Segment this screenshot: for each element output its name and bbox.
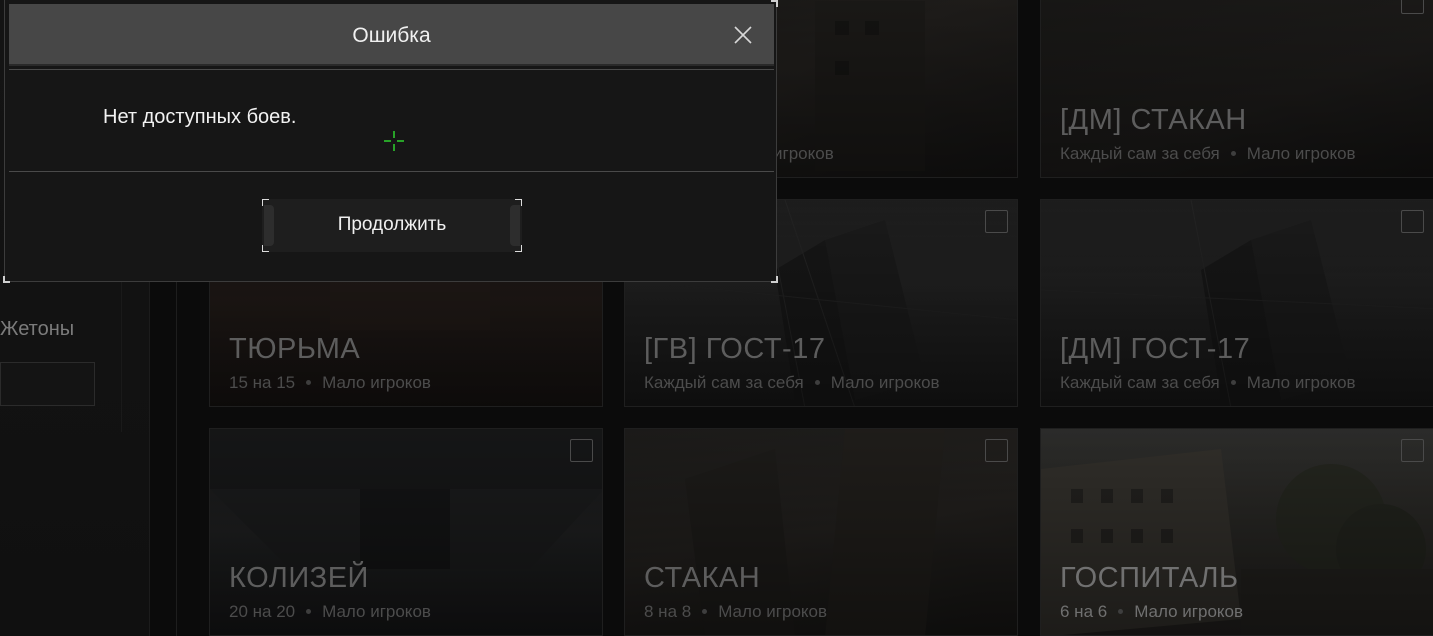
error-dialog: Ошибка Нет доступных боев. Продолжить [3,0,778,283]
map-mode: Каждый сам за себя [644,373,804,392]
favorite-checkbox[interactable] [570,439,593,462]
map-meta: Каждый сам за себя Мало игроков [1060,144,1356,164]
map-title: СТАКАН [644,562,761,594]
continue-button-label: Продолжить [337,214,447,235]
map-players: Мало игроков [322,602,431,621]
map-mode: 6 на 6 [1060,602,1108,621]
map-players: Мало игроков [322,373,431,392]
map-players: Мало игроков [718,602,828,621]
dialog-title: Ошибка [352,24,431,47]
continue-button[interactable]: Продолжить [262,199,522,252]
close-button[interactable] [732,24,754,46]
map-players: игроков [773,144,834,163]
divider [9,69,774,70]
favorite-checkbox[interactable] [985,439,1008,462]
map-card[interactable]: ГОСПИТАЛЬ 6 на 6 Мало игроков [1040,428,1433,636]
map-title: [ДМ] СТАКАН [1060,104,1247,136]
favorite-checkbox[interactable] [985,210,1008,233]
close-icon [734,26,752,44]
divider [9,171,774,172]
favorite-checkbox[interactable] [1401,210,1424,233]
map-meta: Каждый сам за себя Мало игроков [1060,373,1356,393]
map-title: ГОСПИТАЛЬ [1060,562,1239,594]
map-card[interactable]: КОЛИЗЕЙ 20 на 20 Мало игроков [209,428,603,636]
map-players: Мало игроков [1134,602,1244,621]
favorite-checkbox[interactable] [1401,0,1424,14]
map-meta: Каждый сам за себя Мало игроков [644,373,940,393]
map-title: КОЛИЗЕЙ [229,562,369,594]
map-players: Мало игроков [830,373,940,392]
map-title: ТЮРЬМА [229,333,361,365]
error-message: Нет доступных боев. [103,106,297,128]
map-meta: 20 на 20 Мало игроков [229,602,431,622]
map-title: [ГВ] ГОСТ-17 [644,333,826,365]
map-mode: 20 на 20 [229,602,296,621]
map-mode: Каждый сам за себя [1060,144,1220,163]
map-meta: 6 на 6 Мало игроков [1060,602,1243,622]
map-card[interactable]: СТАКАН 8 на 8 Мало игроков [624,428,1018,636]
map-title: [ДМ] ГОСТ-17 [1060,333,1251,365]
map-meta: 8 на 8 Мало игроков [644,602,827,622]
map-players: Мало игроков [1246,373,1356,392]
map-card[interactable]: [ДМ] СТАКАН Каждый сам за себя Мало игрок… [1040,0,1433,178]
map-meta: 15 на 15 Мало игроков [229,373,431,393]
map-mode: Каждый сам за себя [1060,373,1220,392]
map-card[interactable]: [ДМ] ГОСТ-17 Каждый сам за себя Мало игро… [1040,199,1433,407]
map-meta: игроков [773,144,834,164]
favorite-checkbox[interactable] [1401,439,1424,462]
dialog-header: Ошибка [9,4,774,66]
map-mode: 15 на 15 [229,373,296,392]
tokens-label: Жетоны [0,318,75,340]
map-mode: 8 на 8 [644,602,692,621]
tokens-box[interactable] [0,362,95,406]
crosshair-cursor-icon [384,131,404,151]
map-players: Мало игроков [1246,144,1356,163]
